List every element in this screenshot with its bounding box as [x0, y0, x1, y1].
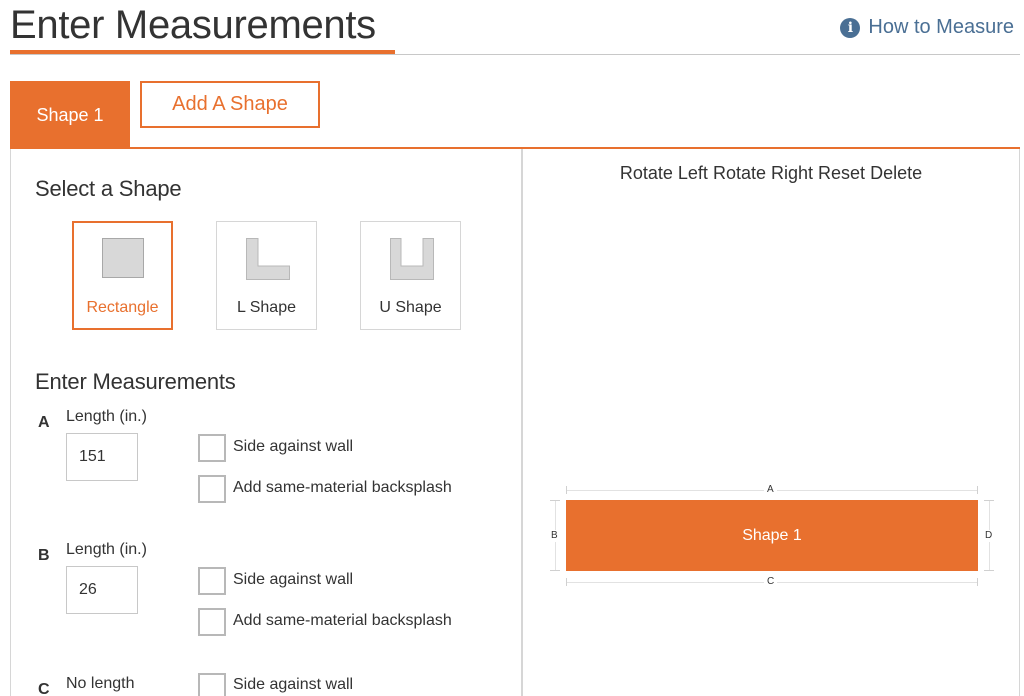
- side-a-length-label: Length (in.): [66, 408, 147, 425]
- tab-shape-1[interactable]: Shape 1: [10, 81, 130, 148]
- dimension-label-c: C: [764, 576, 778, 588]
- add-shape-button[interactable]: Add A Shape: [140, 81, 320, 128]
- rotate-right-button[interactable]: Rotate Right: [713, 163, 813, 183]
- shape-option-l-shape[interactable]: L Shape: [216, 221, 317, 330]
- page-header: Enter Measurements i How to Measure: [0, 0, 1024, 56]
- dimension-tick: [977, 486, 978, 494]
- dimension-tick: [984, 500, 994, 501]
- dimension-tick: [550, 500, 560, 501]
- rectangle-shape-icon: [102, 238, 144, 278]
- side-c-length-label: No length: [66, 675, 135, 692]
- side-a-backsplash-label: Add same-material backsplash: [233, 479, 452, 496]
- side-a-wall-label: Side against wall: [233, 438, 354, 455]
- dimension-tick: [984, 570, 994, 571]
- shape-option-label: L Shape: [236, 299, 296, 316]
- side-b-backsplash-checkbox[interactable]: [198, 608, 226, 636]
- side-letter-c: C: [38, 681, 50, 696]
- rotate-left-button[interactable]: Rotate Left: [620, 163, 708, 183]
- side-a-wall-checkbox[interactable]: [198, 434, 226, 462]
- shape-1-preview[interactable]: Shape 1: [566, 500, 978, 571]
- dimension-tick: [566, 578, 567, 586]
- side-letter-b: B: [38, 547, 50, 564]
- shape-toolbar: Rotate Left Rotate Right Reset Delete: [523, 163, 1019, 184]
- info-icon: i: [840, 17, 861, 38]
- delete-button[interactable]: Delete: [870, 163, 922, 183]
- dimension-tick: [977, 578, 978, 586]
- side-b-backsplash-label: Add same-material backsplash: [233, 612, 452, 629]
- l-shape-icon: [246, 238, 290, 280]
- shape-option-label: Rectangle: [86, 299, 159, 316]
- reset-button[interactable]: Reset: [818, 163, 865, 183]
- shape-preview-label: Shape 1: [742, 526, 802, 544]
- how-to-measure-label: How to Measure: [868, 16, 1014, 38]
- shape-option-label: U Shape: [379, 299, 442, 316]
- side-letter-a: A: [38, 414, 50, 431]
- enter-measurements-heading: Enter Measurements: [35, 369, 236, 394]
- side-a-backsplash-checkbox[interactable]: [198, 475, 226, 503]
- dimension-label-d: D: [982, 530, 996, 542]
- side-b-length-label: Length (in.): [66, 541, 147, 558]
- side-c-wall-label: Side against wall: [233, 676, 354, 693]
- side-c-wall-checkbox[interactable]: [198, 673, 226, 696]
- side-b-wall-checkbox[interactable]: [198, 567, 226, 595]
- shape-option-rectangle[interactable]: Rectangle: [72, 221, 173, 330]
- shape-option-u-shape[interactable]: U Shape: [360, 221, 461, 330]
- select-shape-heading: Select a Shape: [35, 176, 182, 201]
- dimension-tick: [550, 570, 560, 571]
- dimension-label-a: A: [764, 484, 777, 496]
- page-title: Enter Measurements: [10, 3, 376, 47]
- side-b-length-input[interactable]: [66, 566, 138, 614]
- side-b-wall-label: Side against wall: [233, 571, 354, 588]
- shape-preview-panel: Rotate Left Rotate Right Reset Delete: [523, 149, 1020, 696]
- dimension-label-b: B: [548, 530, 561, 542]
- how-to-measure-link[interactable]: i How to Measure: [840, 16, 1014, 39]
- title-divider: [10, 54, 1020, 55]
- side-a-length-input[interactable]: [66, 433, 138, 481]
- dimension-tick: [566, 486, 567, 494]
- u-shape-icon: [390, 238, 434, 280]
- title-accent-underline: [10, 50, 395, 54]
